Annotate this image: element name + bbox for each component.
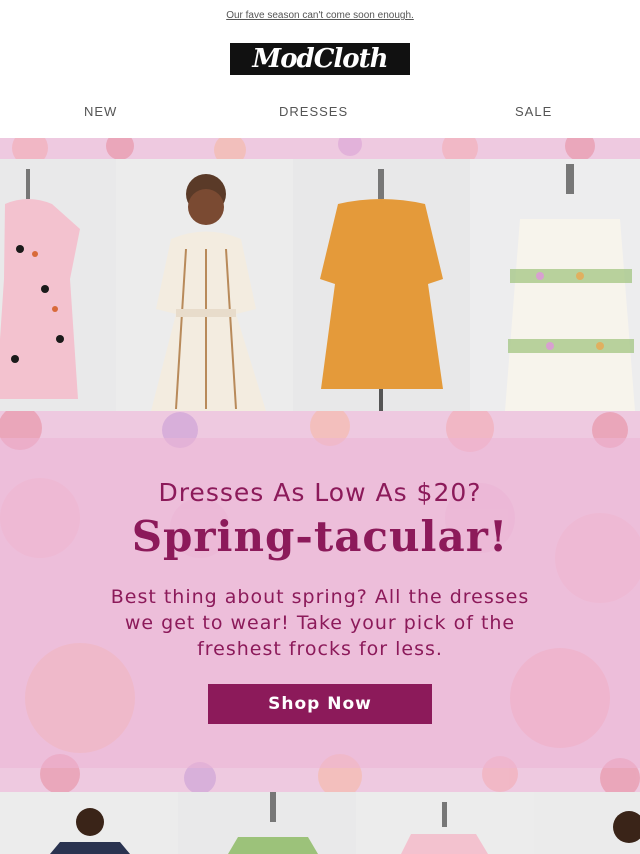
nav-item-new[interactable]: NEW: [84, 104, 117, 119]
top-photo-strip: [0, 159, 640, 411]
shop-now-button[interactable]: Shop Now: [208, 684, 432, 724]
promo-headline: Spring-tacular!: [131, 512, 509, 561]
promo-panel: Dresses As Low As $20? Spring-tacular! B…: [0, 438, 640, 768]
product-photo[interactable]: [534, 792, 640, 854]
spring-banner[interactable]: Dresses As Low As $20? Spring-tacular! B…: [0, 138, 640, 854]
preheader-bar: Our fave season can't come soon enough.: [0, 0, 640, 32]
promo-body: Best thing about spring? All the dresses…: [110, 586, 530, 660]
product-photo[interactable]: [0, 792, 178, 854]
nav-item-dresses[interactable]: DRESSES: [279, 104, 348, 119]
top-nav: NEW DRESSES SALE: [0, 104, 640, 124]
product-photo[interactable]: [356, 792, 534, 854]
product-photo[interactable]: [0, 159, 116, 411]
modcloth-logo[interactable]: ModCloth: [230, 43, 410, 75]
product-photo[interactable]: [178, 792, 356, 854]
product-photo[interactable]: [470, 159, 640, 411]
bottom-photo-strip: [0, 792, 640, 854]
preheader-link[interactable]: Our fave season can't come soon enough.: [226, 10, 414, 21]
promo-kicker: Dresses As Low As $20?: [158, 478, 482, 507]
nav-item-sale[interactable]: SALE: [515, 104, 552, 119]
product-photo[interactable]: [116, 159, 293, 411]
product-photo[interactable]: [293, 159, 470, 411]
